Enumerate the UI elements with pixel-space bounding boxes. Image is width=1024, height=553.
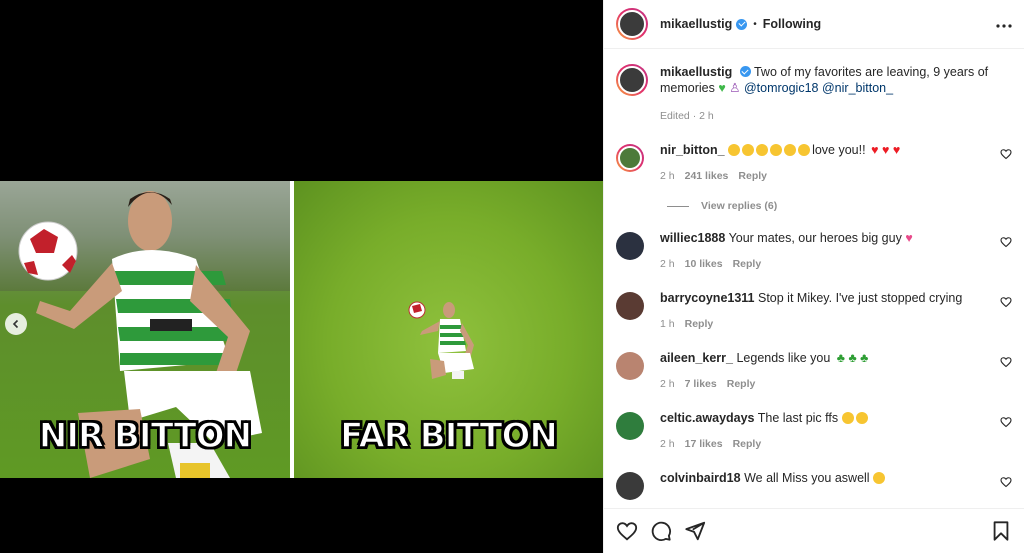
post-caption: mikaellustig Two of my favorites are lea… — [616, 50, 1012, 124]
comment-time: 2 h — [660, 170, 675, 182]
comment-username[interactable]: nir_bitton_ — [660, 143, 725, 157]
heart-outline-icon[interactable] — [616, 520, 638, 542]
comment-item: colvinbaird18 We all Miss you aswell — [616, 470, 1012, 500]
comment-text: We all Miss you aswell — [744, 471, 870, 485]
like-comment-heart-icon[interactable] — [1000, 296, 1012, 308]
reply-button[interactable]: Reply — [733, 258, 762, 270]
caption-username[interactable]: mikaellustig — [660, 65, 732, 79]
comment-text: Legends like you — [736, 351, 831, 365]
chevron-left-icon — [12, 319, 19, 329]
more-options-button[interactable] — [996, 15, 1012, 33]
reply-button[interactable]: Reply — [733, 438, 762, 450]
comment-likes[interactable]: 17 likes — [685, 438, 723, 450]
mention-link[interactable]: @nir_bitton_ — [822, 81, 893, 95]
previous-media-button[interactable] — [5, 313, 27, 335]
comment-username[interactable]: williec1888 — [660, 231, 725, 245]
reply-button[interactable]: Reply — [685, 318, 714, 330]
laughing-emoji-icon — [841, 411, 870, 425]
comment-item: celtic.awaydays The last pic ffs 2 h 17 … — [616, 410, 1012, 450]
comment-text: love you!! — [812, 143, 866, 157]
separator-dot: • — [753, 18, 757, 30]
commenter-avatar[interactable] — [616, 412, 644, 440]
caption-edited-time: Edited · 2 h — [660, 110, 714, 122]
following-button[interactable]: Following — [763, 17, 821, 31]
comment-text: The last pic ffs — [757, 411, 839, 425]
comment-time: 1 h — [660, 318, 675, 330]
like-comment-heart-icon[interactable] — [1000, 416, 1012, 428]
green-heart-emoji-icon: ♥ — [718, 81, 726, 95]
post-header: mikaellustig • Following — [604, 0, 1024, 49]
post-sidebar: mikaellustig • Following mikaellustig Tw… — [603, 0, 1024, 553]
meme-caption-right: FAR BITTON — [339, 415, 558, 457]
meme-panel-near: NIR BITTON — [0, 181, 290, 478]
red-heart-emoji-icon: ♥ ♥ ♥ — [871, 143, 901, 157]
comment-time: 2 h — [660, 438, 675, 450]
like-comment-heart-icon[interactable] — [1000, 476, 1012, 488]
meme-panel-far: FAR BITTON — [294, 181, 603, 478]
bookmark-icon[interactable] — [990, 520, 1012, 542]
comment-username[interactable]: aileen_kerr_ — [660, 351, 733, 365]
post-media-area: NIR BITTON FAR BITTON — [0, 0, 603, 553]
commenter-avatar[interactable] — [616, 352, 644, 380]
comment-item: barrycoyne1311 Stop it Mikey. I've just … — [616, 290, 1012, 330]
comment-time: 2 h — [660, 378, 675, 390]
author-username[interactable]: mikaellustig — [660, 17, 732, 31]
comment-text: Your mates, our heroes big guy — [728, 231, 902, 245]
comment-likes[interactable]: 10 likes — [685, 258, 723, 270]
meme-image: NIR BITTON FAR BITTON — [0, 181, 603, 478]
instagram-post-modal: NIR BITTON FAR BITTON mikaellustig • Fol… — [0, 0, 1024, 553]
send-plane-icon[interactable] — [684, 520, 706, 542]
comment-item: nir_bitton_ love you!! ♥ ♥ ♥ 2 h 241 lik… — [616, 142, 1012, 182]
view-replies-button[interactable]: View replies (6) — [667, 200, 1012, 212]
like-comment-heart-icon[interactable] — [1000, 356, 1012, 368]
laughing-emoji-icon — [728, 143, 812, 157]
commenter-avatar[interactable] — [616, 472, 644, 500]
comment-item: williec1888 Your mates, our heroes big g… — [616, 230, 1012, 270]
commenter-avatar[interactable] — [616, 292, 644, 320]
like-comment-heart-icon[interactable] — [1000, 236, 1012, 248]
comment-username[interactable]: celtic.awaydays — [660, 411, 755, 425]
ellipsis-icon — [996, 24, 1012, 28]
comment-text: Stop it Mikey. I've just stopped crying — [758, 291, 963, 305]
comment-bubble-icon[interactable] — [650, 520, 672, 542]
like-comment-heart-icon[interactable] — [1000, 148, 1012, 160]
reply-button[interactable]: Reply — [727, 378, 756, 390]
commenter-avatar[interactable] — [616, 144, 644, 172]
clover-emoji-icon: ♣ ♣ ♣ — [836, 351, 869, 365]
author-avatar[interactable] — [616, 8, 648, 40]
comment-time: 2 h — [660, 258, 675, 270]
verified-badge-icon — [739, 66, 751, 77]
sad-emoji-icon — [873, 471, 887, 485]
comment-username[interactable]: barrycoyne1311 — [660, 291, 755, 305]
genie-emoji-icon: ♙ — [729, 81, 741, 95]
verified-badge-icon — [736, 18, 748, 30]
comments-list[interactable]: mikaellustig Two of my favorites are lea… — [604, 50, 1024, 508]
commenter-avatar[interactable] — [616, 232, 644, 260]
caption-author-avatar[interactable] — [616, 64, 648, 96]
broken-heart-emoji-icon: ♥ — [905, 231, 913, 245]
comment-item: aileen_kerr_ Legends like you ♣ ♣ ♣ 2 h … — [616, 350, 1012, 390]
comment-likes[interactable]: 241 likes — [685, 170, 729, 182]
post-action-bar — [604, 508, 1024, 553]
meme-caption-left: NIR BITTON — [38, 415, 253, 457]
comment-username[interactable]: colvinbaird18 — [660, 471, 741, 485]
mention-link[interactable]: @tomrogic18 — [744, 81, 819, 95]
comment-likes[interactable]: 7 likes — [685, 378, 717, 390]
reply-button[interactable]: Reply — [738, 170, 767, 182]
